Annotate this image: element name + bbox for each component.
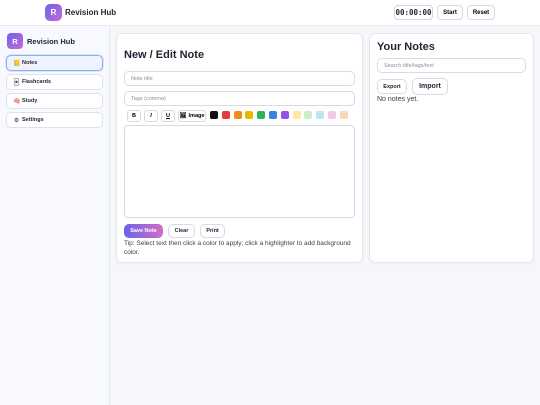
text-color-swatch[interactable] [233,111,242,119]
highlight-color-swatch[interactable] [292,111,301,119]
sidebar-logo: R [7,33,23,49]
image-icon: 🖼 [179,113,187,119]
sidebar-item-label: Study [22,98,38,104]
sidebar: R Revision Hub 📒 Notes 🃏 Flashcards 🧠 St… [0,26,110,405]
note-tags-input[interactable] [124,91,355,106]
text-color-swatch[interactable] [245,111,254,119]
editor-title: New / Edit Note [124,49,205,61]
notes-title: Your Notes [377,41,435,53]
timer-start-button[interactable]: Start [437,5,463,20]
sidebar-item-label: Settings [22,117,44,123]
brand-title: Revision Hub [65,8,117,17]
format-toolbar: B I U 🖼 Image [124,110,355,124]
text-color-swatch[interactable] [257,111,266,119]
underline-button[interactable]: U [161,110,175,122]
sidebar-item-label: Flashcards [22,79,52,85]
sidebar-item-settings[interactable]: ⚙ Settings [6,112,103,128]
note-body-editor[interactable] [124,125,355,218]
print-button[interactable]: Print [200,224,225,238]
notes-search-input[interactable] [377,58,526,73]
text-color-swatch[interactable] [221,111,230,119]
save-note-button[interactable]: Save Note [124,224,163,238]
highlight-color-swatch[interactable] [316,111,325,119]
brain-icon: 🧠 [13,98,21,105]
note-editor-panel: New / Edit Note B I U 🖼 Image Save Note … [116,33,363,263]
text-color-swatch[interactable] [269,111,277,119]
sidebar-item-notes[interactable]: 📒 Notes [6,55,103,71]
notes-list-panel: Your Notes Export Import No notes yet. [369,33,534,263]
highlight-color-swatch[interactable] [328,111,336,119]
image-button-label: Image [188,113,205,119]
clear-button[interactable]: Clear [168,224,195,238]
brand-logo: R [45,4,62,21]
timer-reset-button[interactable]: Reset [467,5,495,20]
export-button[interactable]: Export [377,79,407,94]
text-color-swatch[interactable] [280,111,289,119]
note-title-input[interactable] [124,71,355,86]
sidebar-item-study[interactable]: 🧠 Study [6,93,103,109]
gear-icon: ⚙ [13,117,20,124]
highlight-color-swatch[interactable] [304,111,313,119]
sidebar-item-flashcards[interactable]: 🃏 Flashcards [6,74,103,90]
sidebar-item-label: Notes [22,60,38,66]
flashcard-icon: 🃏 [13,79,20,86]
bold-button[interactable]: B [127,110,141,122]
editor-tip: Tip: Select text then click a color to a… [124,240,351,256]
insert-image-button[interactable]: 🖼 Image [178,110,206,122]
text-color-swatch[interactable] [210,111,218,119]
top-bar: R Revision Hub 00:00:00 Start Reset [0,0,540,26]
timer-display: 00:00:00 [394,5,433,20]
sidebar-title: Revision Hub [27,37,75,46]
import-button[interactable]: Import [412,78,448,95]
empty-notes-message: No notes yet. [377,96,419,103]
highlight-color-swatch[interactable] [339,111,348,119]
notepad-icon: 📒 [13,60,21,67]
italic-button[interactable]: I [144,110,158,122]
